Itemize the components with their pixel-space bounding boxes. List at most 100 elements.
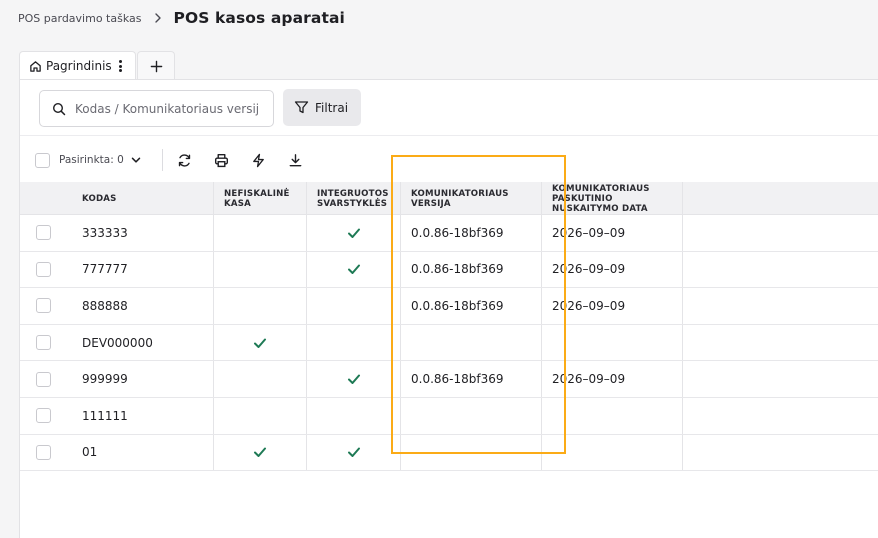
cell-code: 777777 xyxy=(82,262,128,277)
checkmark-icon xyxy=(347,447,360,458)
cell-non-fiscal xyxy=(213,397,306,434)
cell-non-fiscal xyxy=(213,251,306,288)
filters-label: Filtrai xyxy=(315,100,349,115)
refresh-icon xyxy=(179,153,191,167)
add-tab-button[interactable] xyxy=(137,51,175,80)
column-header-empty xyxy=(682,182,878,215)
cell-last-read-date xyxy=(541,397,682,434)
cell-scales xyxy=(306,288,400,324)
checkmark-icon xyxy=(347,374,360,385)
cell-non-fiscal xyxy=(213,434,306,471)
plus-icon xyxy=(150,60,162,72)
table-row[interactable]: 111111 xyxy=(20,397,878,435)
table-row[interactable]: 01 xyxy=(20,434,878,472)
page-title: POS kasos aparatai xyxy=(173,9,345,27)
cell-version: 0.0.86-18bf369 xyxy=(400,361,541,397)
cell-scales xyxy=(306,397,400,434)
cell-version xyxy=(400,434,541,471)
row-checkbox[interactable] xyxy=(36,225,51,241)
table-row[interactable]: DEV000000 xyxy=(20,324,878,362)
column-header-non-fiscal[interactable]: NEFISKALINĖ KASA xyxy=(213,182,306,215)
row-checkbox[interactable] xyxy=(36,335,51,351)
cell-empty xyxy=(682,361,878,397)
cell-scales xyxy=(306,324,400,361)
breadcrumb-parent-link[interactable]: POS pardavimo taškas xyxy=(18,12,142,25)
quick-action-button[interactable] xyxy=(251,152,267,168)
more-vertical-icon[interactable] xyxy=(118,59,124,73)
row-select-cell xyxy=(20,215,72,251)
row-select-cell xyxy=(20,398,72,434)
download-button[interactable] xyxy=(288,152,304,168)
column-header-scales[interactable]: INTEGRUOTOS SVARSTYKLĖS xyxy=(306,182,400,215)
row-checkbox[interactable] xyxy=(36,298,51,314)
row-select-cell xyxy=(20,288,72,324)
cell-scales xyxy=(306,434,400,471)
row-checkbox[interactable] xyxy=(36,261,51,277)
printer-icon xyxy=(215,153,229,167)
search-icon xyxy=(52,102,66,115)
row-select-cell xyxy=(20,435,72,471)
cell-version xyxy=(400,397,541,434)
table-body: 333333 0.0.86-18bf369 2026–09–09 777777 0.0.… xyxy=(20,215,878,472)
column-header-last-read-date[interactable]: KOMUNIKATORIAUS PASKUTINIO NUSKAITYMO DA… xyxy=(541,182,682,215)
cell-empty xyxy=(682,251,878,288)
header-select-cell xyxy=(20,182,72,215)
divider xyxy=(20,135,878,136)
print-button[interactable] xyxy=(214,152,230,168)
download-icon xyxy=(289,153,302,166)
cell-code: 888888 xyxy=(82,298,128,313)
checkmark-icon xyxy=(254,447,266,458)
checkmark-icon xyxy=(254,338,266,348)
row-checkbox[interactable] xyxy=(36,408,51,424)
table-row[interactable]: 777777 0.0.86-18bf369 2026–09–09 xyxy=(20,251,878,289)
chevron-right-icon xyxy=(154,13,161,23)
filters-button[interactable]: Filtrai xyxy=(283,89,361,126)
column-header-code[interactable]: KODAS xyxy=(72,182,213,215)
cell-code: 01 xyxy=(82,445,98,460)
home-icon xyxy=(30,60,41,72)
cell-scales xyxy=(306,251,400,288)
table-row[interactable]: 333333 0.0.86-18bf369 2026–09–09 xyxy=(20,215,878,252)
chevron-down-icon[interactable] xyxy=(130,154,142,166)
selected-count-label: Pasirinkta: 0 xyxy=(59,154,124,166)
breadcrumb: POS pardavimo taškas POS kasos aparatai xyxy=(18,7,345,29)
table-row[interactable]: 999999 0.0.86-18bf369 2026–09–09 xyxy=(20,361,878,398)
main-panel: Filtrai Pasirinkta: 0 KODAS NEFISKALINĖ … xyxy=(19,79,878,538)
cell-non-fiscal xyxy=(213,215,306,251)
select-all-checkbox[interactable] xyxy=(35,152,50,168)
cell-code: 111111 xyxy=(82,408,128,423)
table-toolbar: Pasirinkta: 0 xyxy=(35,149,325,171)
cell-non-fiscal xyxy=(213,361,306,397)
lightning-icon xyxy=(253,153,265,167)
refresh-button[interactable] xyxy=(177,152,193,168)
cell-version: 0.0.86-18bf369 xyxy=(400,215,541,251)
cell-empty xyxy=(682,434,878,471)
cell-last-read-date: 2026–09–09 xyxy=(541,361,682,397)
search-field[interactable] xyxy=(39,90,274,127)
pos-table: KODAS NEFISKALINĖ KASA INTEGRUOTOS SVARS… xyxy=(20,182,878,472)
tab-home-label: Pagrindinis xyxy=(46,59,112,73)
cell-last-read-date: 2026–09–09 xyxy=(541,288,682,324)
cell-empty xyxy=(682,288,878,324)
table-row[interactable]: 888888 0.0.86-18bf369 2026–09–09 xyxy=(20,288,878,325)
row-checkbox[interactable] xyxy=(36,444,51,460)
cell-last-read-date xyxy=(541,434,682,471)
cell-version xyxy=(400,324,541,361)
row-checkbox[interactable] xyxy=(36,371,51,387)
cell-version: 0.0.86-18bf369 xyxy=(400,251,541,288)
checkmark-icon xyxy=(347,264,360,275)
row-select-cell xyxy=(20,361,72,397)
cell-empty xyxy=(682,215,878,251)
cell-scales xyxy=(306,361,400,397)
cell-code: 333333 xyxy=(82,225,128,240)
column-header-version[interactable]: KOMUNIKATORIAUS VERSIJA xyxy=(400,182,541,215)
cell-code: 999999 xyxy=(82,372,128,387)
checkmark-icon xyxy=(347,228,360,238)
cell-code: DEV000000 xyxy=(82,335,153,350)
search-input[interactable] xyxy=(75,101,265,116)
tab-home[interactable]: Pagrindinis xyxy=(19,51,136,80)
cell-non-fiscal xyxy=(213,324,306,361)
cell-last-read-date: 2026–09–09 xyxy=(541,251,682,288)
row-select-cell xyxy=(20,325,72,361)
cell-version: 0.0.86-18bf369 xyxy=(400,288,541,324)
